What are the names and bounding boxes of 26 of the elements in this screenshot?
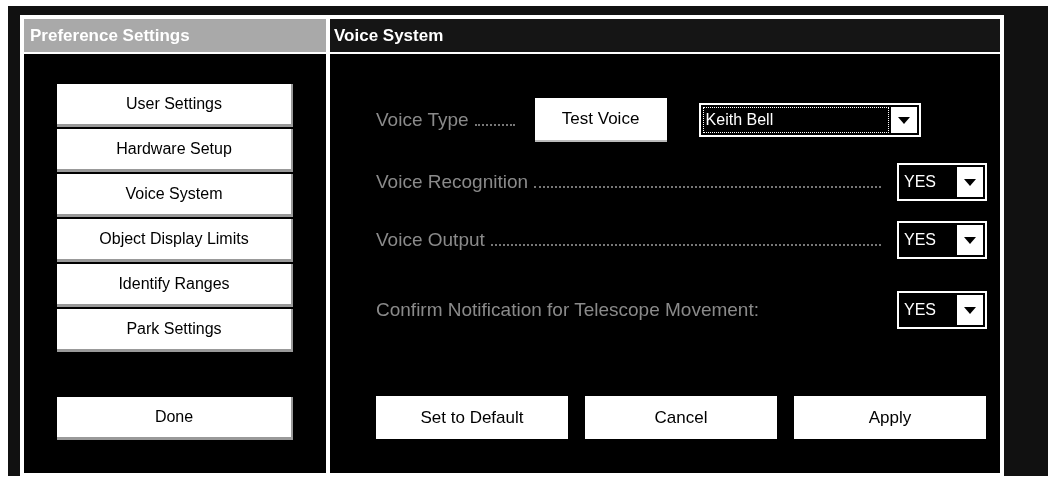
caret-icon (964, 236, 976, 244)
nav-button[interactable]: User Settings (57, 84, 293, 127)
nav-button[interactable]: Voice System (57, 174, 293, 217)
done-button[interactable]: Done (57, 397, 293, 440)
nav-button[interactable]: Object Display Limits (57, 219, 293, 262)
panel-title: Voice System (330, 19, 1000, 54)
caret-icon (897, 116, 910, 124)
yes-no-dropdown[interactable]: YES (897, 163, 987, 201)
leader-line (474, 124, 515, 126)
panel-title: Preference Settings (24, 19, 326, 54)
yes-no-dropdown[interactable]: YES (897, 221, 987, 259)
setting-label: Voice Recognition (376, 171, 529, 193)
action-button[interactable]: Apply (794, 396, 986, 439)
nav-button[interactable]: Hardware Setup (57, 129, 293, 172)
setting-label: Confirm Notification for Telescope Movement: (376, 299, 759, 321)
voice-dropdown[interactable]: Keith Bell (698, 103, 921, 137)
action-button[interactable]: Cancel (585, 396, 777, 439)
setting-label: Voice Output (376, 229, 485, 251)
action-button[interactable]: Set to Default (376, 396, 568, 439)
nav-button[interactable]: Identify Ranges (57, 264, 293, 307)
caret-icon (964, 306, 976, 314)
nav-button[interactable]: Park Settings (57, 309, 293, 352)
setting-label: Voice Type (376, 109, 469, 131)
caret-icon (964, 178, 976, 186)
yes-no-dropdown[interactable]: YES (897, 291, 987, 329)
test-voice-button[interactable]: Test Voice (534, 98, 667, 142)
